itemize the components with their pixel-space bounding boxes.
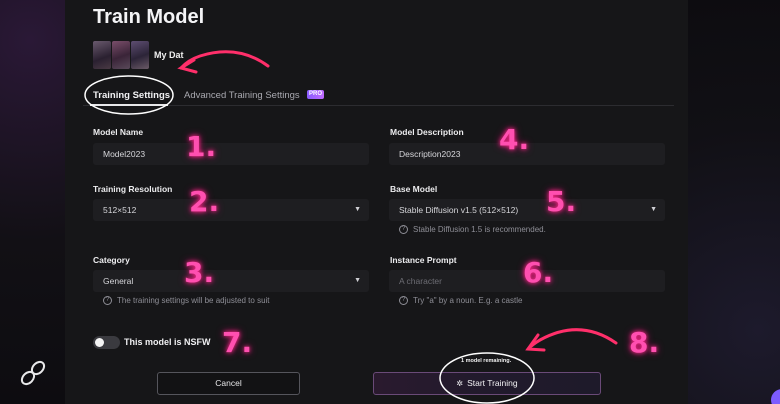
category-select[interactable]: General ▼ xyxy=(93,270,369,292)
chevron-down-icon: ▼ xyxy=(354,277,361,284)
annotation-number: 3. xyxy=(184,256,215,289)
nsfw-toggle[interactable] xyxy=(93,336,120,349)
instance-prompt-hint: ? Try "a" by a noun. E.g. a castle xyxy=(399,296,522,305)
training-resolution-select[interactable]: 512×512 ▼ xyxy=(93,199,369,221)
instance-prompt-label: Instance Prompt xyxy=(390,255,457,265)
dataset-thumbnail xyxy=(131,41,149,69)
chevron-down-icon: ▼ xyxy=(650,206,657,213)
annotation-number: 1. xyxy=(186,130,217,163)
active-tab-indicator xyxy=(90,104,168,106)
base-model-select[interactable]: Stable Diffusion v1.5 (512×512) ▼ xyxy=(389,199,665,221)
base-model-hint-text: Stable Diffusion 1.5 is recommended. xyxy=(413,225,546,234)
background-right xyxy=(688,0,780,404)
annotation-number: 8. xyxy=(629,326,660,359)
tab-training-settings[interactable]: Training Settings xyxy=(93,90,170,101)
dataset-thumbnails[interactable] xyxy=(93,41,149,69)
training-resolution-label: Training Resolution xyxy=(93,184,173,194)
modal-title: Train Model xyxy=(93,6,205,28)
question-circle-icon: ? xyxy=(399,296,408,305)
dataset-name: My Dat xyxy=(154,50,184,60)
annotation-number: 6. xyxy=(523,256,554,289)
question-circle-icon: ? xyxy=(399,225,408,234)
dataset-thumbnail xyxy=(93,41,111,69)
category-label: Category xyxy=(93,255,130,265)
sparkle-icon: ✲ xyxy=(456,379,464,388)
model-description-label: Model Description xyxy=(390,127,464,137)
question-circle-icon: ? xyxy=(103,296,112,305)
training-resolution-value: 512×512 xyxy=(103,205,137,215)
nsfw-label: This model is NSFW xyxy=(124,337,211,347)
dataset-thumbnail xyxy=(112,41,130,69)
base-model-hint: ? Stable Diffusion 1.5 is recommended. xyxy=(399,225,546,234)
brand-logo-icon xyxy=(16,356,50,390)
cancel-button[interactable]: Cancel xyxy=(157,372,300,395)
base-model-value: Stable Diffusion v1.5 (512×512) xyxy=(399,205,519,215)
model-name-label: Model Name xyxy=(93,127,144,137)
annotation-number: 4. xyxy=(499,123,530,156)
start-training-label: Start Training xyxy=(467,378,518,388)
category-hint-text: The training settings will be adjusted t… xyxy=(117,296,270,305)
model-name-input[interactable]: Model2023 xyxy=(93,143,369,165)
annotation-number: 7. xyxy=(222,326,253,359)
category-hint: ? The training settings will be adjusted… xyxy=(103,296,270,305)
start-training-button[interactable]: ✲ Start Training xyxy=(373,372,601,395)
toggle-knob xyxy=(95,338,104,347)
tabs-divider xyxy=(83,105,674,106)
annotation-number: 5. xyxy=(546,185,577,218)
instance-prompt-hint-text: Try "a" by a noun. E.g. a castle xyxy=(413,296,523,305)
base-model-label: Base Model xyxy=(390,184,438,194)
chevron-down-icon: ▼ xyxy=(354,206,361,213)
background-left xyxy=(0,0,65,404)
category-value: General xyxy=(103,276,134,286)
models-remaining-text: 1 model remaining. xyxy=(461,358,512,364)
annotation-number: 2. xyxy=(189,185,220,218)
pro-badge: PRO xyxy=(307,90,324,99)
tab-advanced-training-settings[interactable]: Advanced Training Settings xyxy=(184,90,300,101)
